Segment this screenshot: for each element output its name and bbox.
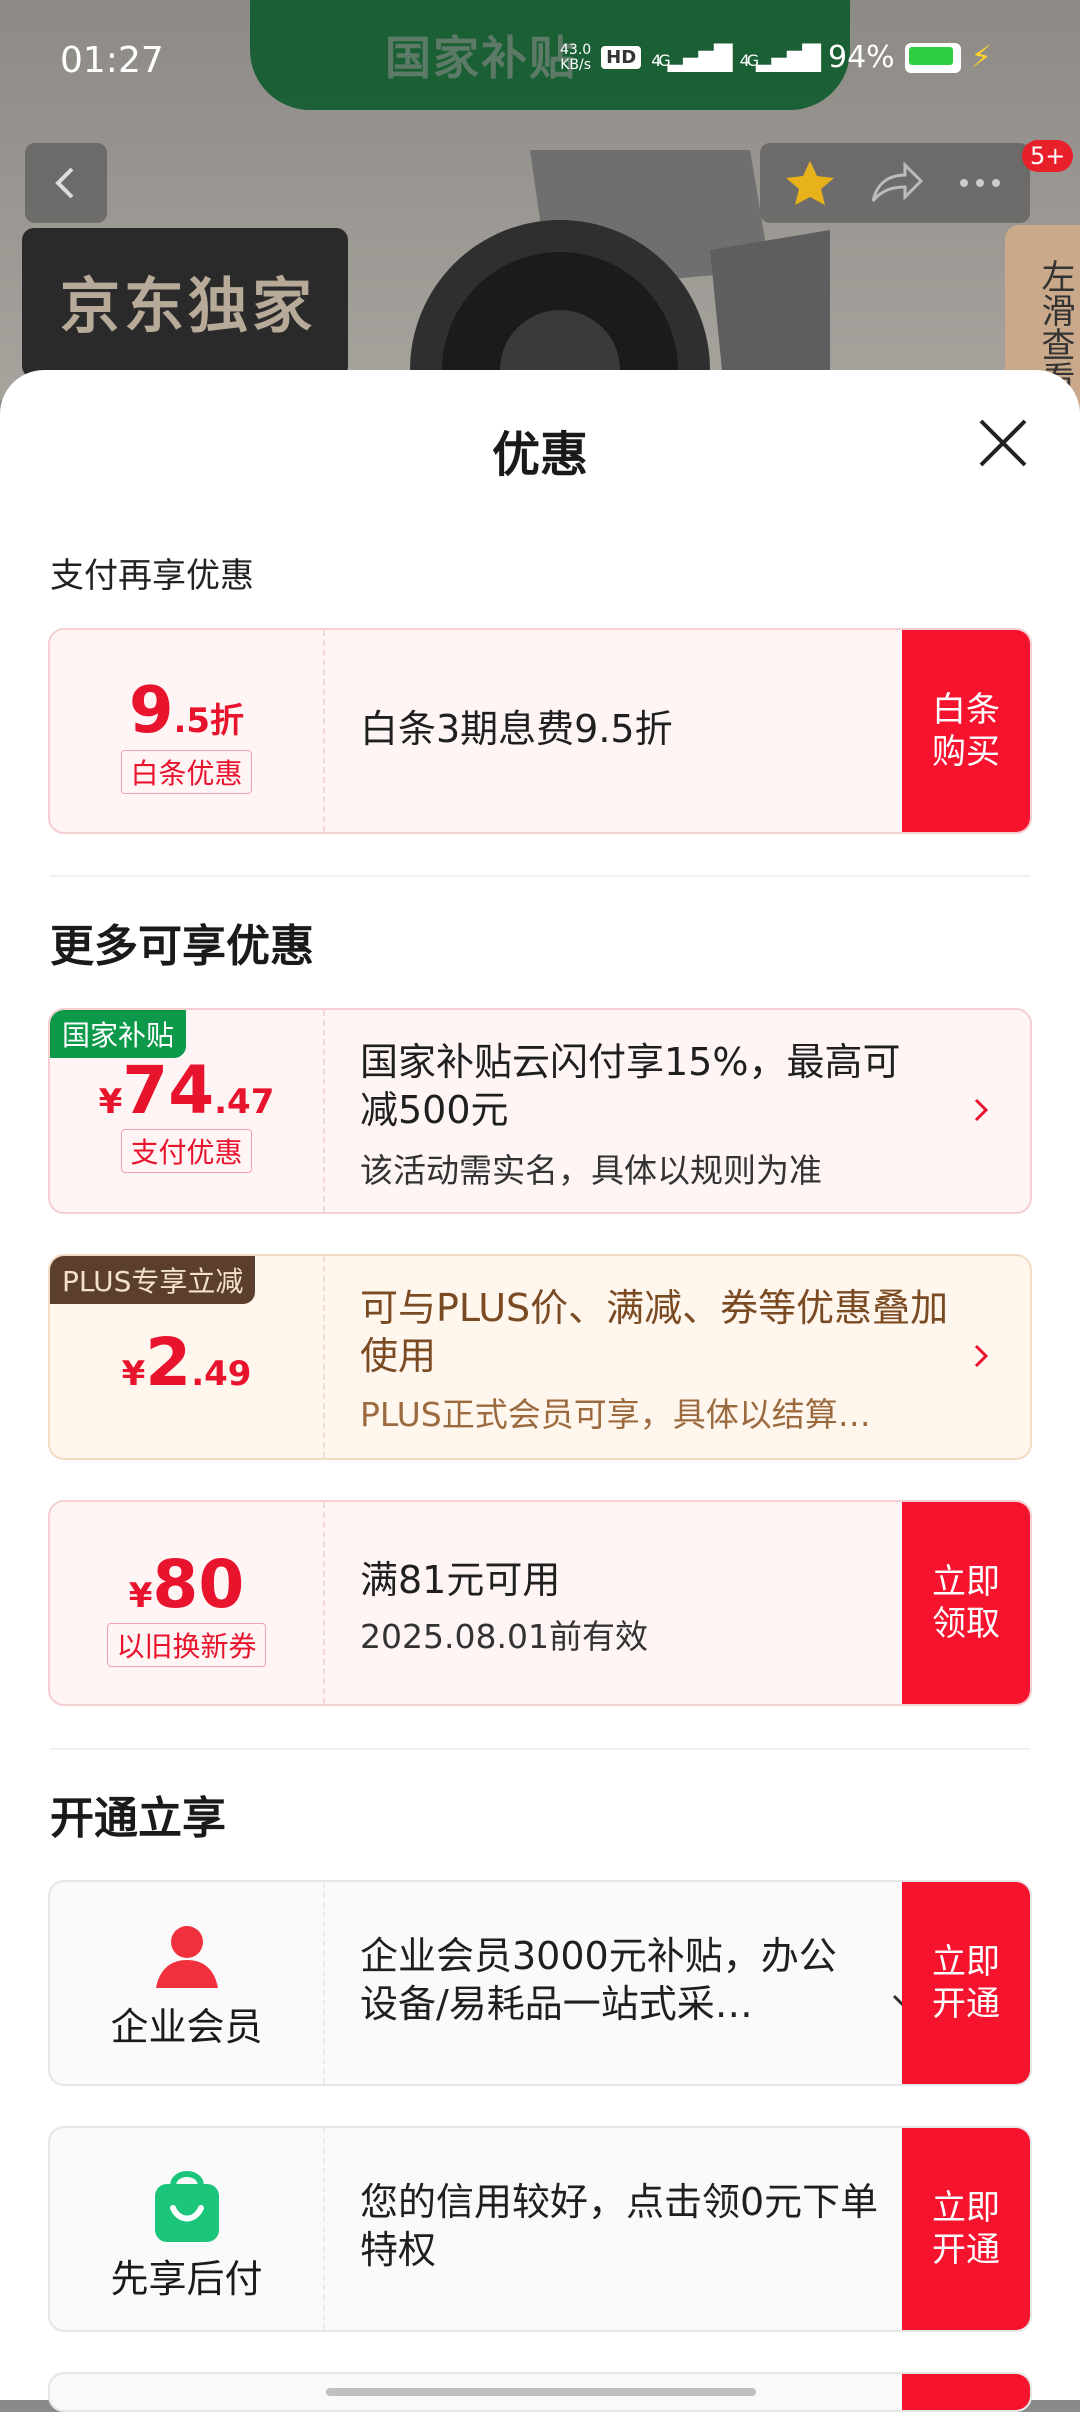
subsidy-decimal: .47 (214, 1082, 275, 1122)
coupon-title: 满81元可用 (360, 1558, 561, 1602)
section-pay-label: 支付再享优惠 (50, 556, 254, 596)
network-speed: 43.0 KB/s (560, 41, 592, 73)
chevron-right-icon (974, 1098, 989, 1122)
discount-sheet: 优惠 支付再享优惠 9.5折 白条优惠 白条3期息费9.5折 白条购买 更多可享… (0, 370, 1080, 2412)
enterprise-member-card[interactable]: 企业会员 企业会员3000元补贴，办公设备/易耗品一站式采… 立即开通 (48, 1880, 1032, 2086)
net-type-1: 4G (651, 50, 671, 70)
baitiao-discount-card[interactable]: 9.5折 白条优惠 白条3期息费9.5折 白条购买 (48, 628, 1032, 834)
next-card-button[interactable] (902, 2374, 1030, 2410)
status-bar: 01:27 43.0 KB/s HD 4G▂▄▆█ 4G▂▄▆█ 94% ⚡ (0, 0, 1080, 120)
enterprise-open-label: 立即开通 (932, 1942, 1000, 2024)
pay-later-card[interactable]: 先享后付 您的信用较好，点击领0元下单特权 立即开通 (48, 2126, 1032, 2332)
signal-icon: 4G▂▄▆█ (651, 43, 732, 72)
plus-value: ¥2.49 (50, 1256, 325, 1458)
subsidy-num: 74 (122, 1052, 215, 1129)
charging-icon: ⚡ (970, 40, 992, 75)
chevron-right-icon (974, 1344, 989, 1368)
plus-currency: ¥ (121, 1354, 146, 1394)
claim-coupon-label: 立即领取 (932, 1562, 1000, 1644)
more-icon[interactable] (950, 157, 1010, 209)
subsidy-label: 支付优惠 (121, 1129, 252, 1173)
national-subsidy-card[interactable]: 国家补贴 ¥74.47 支付优惠 国家补贴云闪付享15%，最高可减500元 该活… (48, 1008, 1032, 1214)
divider (50, 875, 1030, 877)
shopping-bag-icon (154, 2171, 219, 2242)
paylater-title: 您的信用较好，点击领0元下单特权 (360, 2180, 879, 2272)
notification-badge: 5+ (1022, 140, 1074, 172)
speed-value: 43.0 (560, 41, 592, 58)
enterprise-name: 企业会员 (110, 2005, 263, 2049)
subsidy-value: ¥74.47 支付优惠 (50, 1010, 325, 1212)
sheet-title: 优惠 (491, 427, 588, 483)
back-button[interactable] (25, 143, 107, 223)
section-more-heading: 更多可享优惠 (50, 921, 314, 972)
divider (50, 1748, 1030, 1750)
hd-icon: HD (601, 46, 642, 69)
subsidy-sub: 该活动需实名，具体以规则为准 (360, 1151, 822, 1190)
chevron-left-icon (55, 167, 74, 199)
speed-unit: KB/s (560, 56, 591, 73)
baitiao-num: 9 (128, 674, 174, 748)
net-type-2: 4G (739, 50, 760, 70)
baitiao-buy-label: 白条购买 (932, 690, 1000, 772)
clock: 01:27 (60, 40, 164, 81)
exclusive-text: 京东独家 (60, 272, 316, 342)
battery-percent: 94% (828, 40, 895, 75)
baitiao-suffix: .5折 (173, 701, 245, 741)
enterprise-left: 企业会员 (50, 1882, 325, 2084)
share-icon[interactable] (865, 157, 925, 209)
coupon-sub: 2025.08.01前有效 (360, 1617, 648, 1656)
battery-icon (904, 42, 961, 73)
close-icon[interactable] (975, 415, 1031, 471)
trade-in-coupon-card[interactable]: ¥80 以旧换新券 满81元可用 2025.08.01前有效 立即领取 (48, 1500, 1032, 1706)
section-open-heading: 开通立享 (50, 1793, 226, 1844)
plus-discount-card[interactable]: PLUS专享立减 ¥2.49 可与PLUS价、满减、券等优惠叠加使用 PLUS正… (48, 1254, 1032, 1460)
coupon-currency: ¥ (128, 1576, 153, 1616)
plus-sub: PLUS正式会员可享，具体以结算… (360, 1395, 871, 1434)
coupon-num: 80 (152, 1546, 245, 1623)
baitiao-buy-button[interactable]: 白条购买 (902, 630, 1030, 832)
jd-exclusive-badge: 京东独家 (22, 228, 348, 378)
subsidy-currency: ¥ (98, 1082, 123, 1122)
home-indicator[interactable] (326, 2388, 756, 2396)
paylater-left: 先享后付 (50, 2128, 325, 2330)
baitiao-title: 白条3期息费9.5折 (360, 707, 673, 751)
signal-icon-2: 4G▂▄▆█ (739, 43, 821, 72)
baitiao-label: 白条优惠 (121, 750, 252, 794)
user-icon (155, 1926, 218, 1988)
enterprise-open-button[interactable]: 立即开通 (902, 1882, 1030, 2084)
plus-title: 可与PLUS价、满减、券等优惠叠加使用 (360, 1286, 949, 1378)
plus-decimal: .49 (191, 1354, 252, 1394)
baitiao-value: 9.5折 白条优惠 (50, 630, 325, 832)
coupon-value: ¥80 以旧换新券 (50, 1502, 325, 1704)
claim-coupon-button[interactable]: 立即领取 (902, 1502, 1030, 1704)
status-icons: 43.0 KB/s HD 4G▂▄▆█ 4G▂▄▆█ 94% ⚡ (560, 40, 992, 75)
coupon-label: 以旧换新券 (107, 1623, 266, 1667)
paylater-name: 先享后付 (110, 2257, 263, 2301)
enterprise-title: 企业会员3000元补贴，办公设备/易耗品一站式采… (360, 1934, 837, 2026)
paylater-open-label: 立即开通 (932, 2188, 1000, 2270)
plus-num: 2 (145, 1324, 192, 1401)
paylater-open-button[interactable]: 立即开通 (902, 2128, 1030, 2330)
subsidy-title: 国家补贴云闪付享15%，最高可减500元 (360, 1040, 901, 1132)
